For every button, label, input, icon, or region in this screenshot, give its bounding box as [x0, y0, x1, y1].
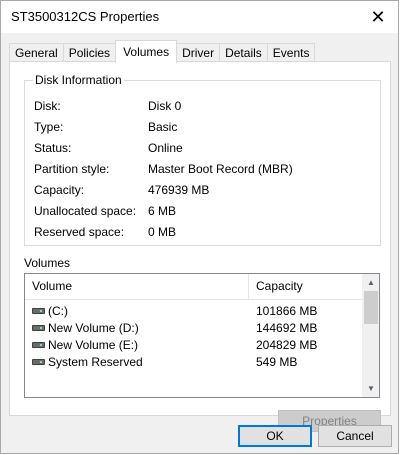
volume-capacity: 204829 MB	[256, 338, 318, 352]
volume-capacity: 549 MB	[256, 355, 298, 369]
volumes-scrollbar[interactable]: ▲ ▼	[362, 274, 379, 397]
type-value: Basic	[148, 120, 178, 134]
volume-name-cell: New Volume (E:)	[32, 338, 138, 352]
partition-style-label: Partition style:	[34, 162, 110, 176]
type-label: Type:	[34, 120, 64, 134]
volume-name: System Reserved	[48, 355, 143, 369]
tab-general[interactable]: General	[9, 43, 64, 62]
capacity-label: Capacity:	[34, 183, 85, 197]
tab-driver[interactable]: Driver	[176, 43, 221, 62]
dialog-title: ST3500312CS Properties	[11, 9, 160, 24]
scroll-up-arrow-icon[interactable]: ▲	[363, 274, 379, 291]
status-value: Online	[148, 141, 183, 155]
tab-strip: General Policies Volumes Driver Details …	[9, 40, 316, 63]
tab-policies[interactable]: Policies	[62, 43, 117, 62]
volume-capacity: 101866 MB	[256, 304, 318, 318]
volume-name: (C:)	[48, 304, 68, 318]
close-icon[interactable]: ✕	[366, 5, 390, 29]
status-label: Status:	[34, 141, 72, 155]
volume-name: New Volume (D:)	[48, 321, 139, 335]
list-item[interactable]: New Volume (E:) 204829 MB	[25, 337, 364, 354]
disk-information-group: Disk Information Disk: Disk 0 Type: Basi…	[24, 73, 381, 246]
disk-value: Disk 0	[148, 99, 182, 113]
tab-volumes[interactable]: Volumes	[115, 40, 178, 63]
volume-name-cell: System Reserved	[32, 355, 143, 369]
volumes-list-header: Volume Capacity	[25, 274, 364, 300]
title-bar: ST3500312CS Properties ✕	[1, 1, 398, 33]
unallocated-space-label: Unallocated space:	[34, 204, 137, 218]
dialog-client-area: General Policies Volumes Driver Details …	[1, 33, 398, 453]
list-item[interactable]: (C:) 101866 MB	[25, 303, 364, 320]
drive-icon	[32, 308, 45, 314]
properties-dialog: ST3500312CS Properties ✕ General Policie…	[0, 0, 399, 454]
partition-style-value: Master Boot Record (MBR)	[148, 162, 293, 176]
volume-name: New Volume (E:)	[48, 338, 139, 352]
volumes-tab-panel: Disk Information Disk: Disk 0 Type: Basi…	[9, 61, 391, 432]
drive-icon	[32, 325, 45, 331]
list-item[interactable]: New Volume (D:) 144692 MB	[25, 320, 364, 337]
volumes-section-label: Volumes	[24, 256, 71, 270]
volume-name-cell: New Volume (D:)	[32, 321, 139, 335]
disk-information-label: Disk Information	[33, 73, 124, 87]
ok-button[interactable]: OK	[238, 425, 312, 447]
cancel-button[interactable]: Cancel	[318, 425, 392, 447]
tab-details[interactable]: Details	[219, 43, 268, 62]
volume-name-cell: (C:)	[32, 304, 68, 318]
tab-events[interactable]: Events	[266, 43, 316, 62]
unallocated-space-value: 6 MB	[148, 204, 177, 218]
reserved-space-value: 0 MB	[148, 225, 177, 239]
volume-capacity: 144692 MB	[256, 321, 318, 335]
list-item[interactable]: System Reserved 549 MB	[25, 354, 364, 371]
column-header-capacity[interactable]: Capacity	[249, 274, 364, 299]
drive-icon	[32, 359, 45, 365]
scroll-down-arrow-icon[interactable]: ▼	[363, 380, 379, 397]
scrollbar-thumb[interactable]	[364, 291, 378, 324]
volumes-list[interactable]: Volume Capacity (C:) 101866 MB New Volum…	[24, 273, 380, 398]
reserved-space-label: Reserved space:	[34, 225, 125, 239]
column-header-volume[interactable]: Volume	[25, 274, 249, 299]
capacity-value: 476939 MB	[148, 183, 210, 197]
disk-label: Disk:	[34, 99, 61, 113]
drive-icon	[32, 342, 45, 348]
